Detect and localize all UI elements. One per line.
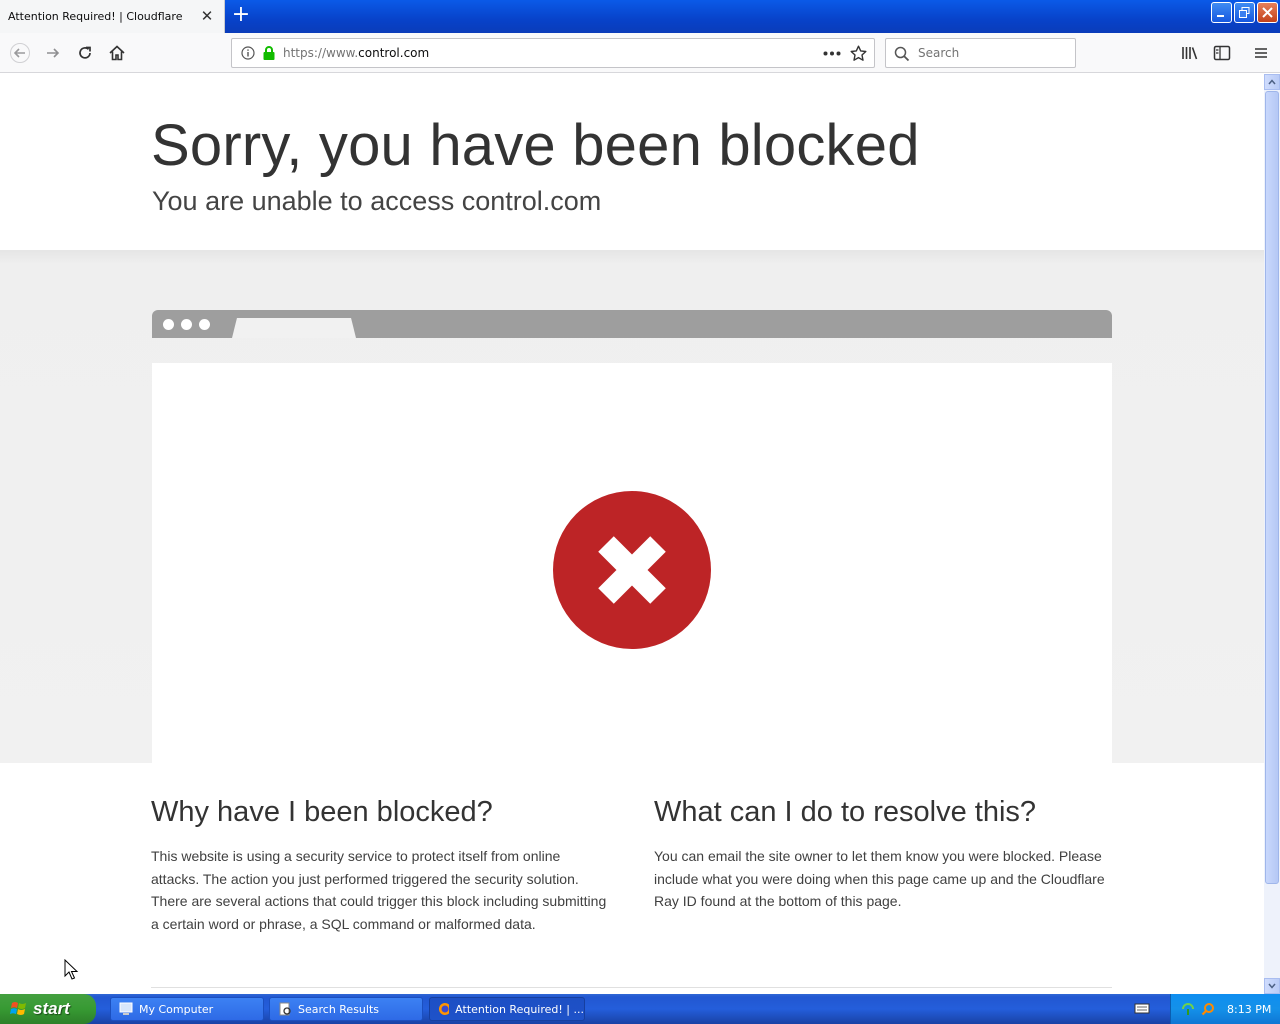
taskbar-item-label: Attention Required! | ...	[455, 1002, 584, 1016]
close-window-button[interactable]	[1257, 2, 1278, 23]
info-icon[interactable]	[241, 46, 255, 60]
blocked-x-icon	[553, 491, 711, 649]
why-blocked-text: This website is using a security service…	[151, 848, 607, 932]
start-label: start	[33, 999, 70, 1018]
lock-icon[interactable]	[262, 45, 276, 61]
bookmark-star-icon[interactable]	[850, 45, 867, 62]
mouse-cursor-icon	[64, 959, 79, 980]
window-controls	[1211, 2, 1278, 23]
illustration-dot	[181, 319, 192, 330]
url-text[interactable]: https://www.control.com	[283, 46, 429, 60]
library-button[interactable]	[1180, 43, 1200, 63]
scroll-down-arrow-icon	[1268, 983, 1276, 989]
close-icon	[1262, 7, 1273, 18]
tab-title: Attention Required! | Cloudflare	[8, 10, 183, 23]
resolve-heading: What can I do to resolve this?	[654, 796, 1037, 828]
sidebar-button[interactable]	[1212, 43, 1232, 63]
why-blocked-heading: Why have I been blocked?	[151, 796, 493, 828]
illustration-window	[152, 363, 1112, 763]
page-subheadline: You are unable to access control.com	[152, 186, 602, 216]
page-actions-icon[interactable]	[823, 51, 841, 56]
scroll-down-button[interactable]	[1264, 978, 1280, 994]
network-shield-icon[interactable]	[1181, 1002, 1195, 1016]
reload-icon	[79, 46, 91, 59]
home-icon	[109, 45, 125, 61]
scroll-thumb[interactable]	[1265, 91, 1279, 884]
search-results-icon	[279, 1002, 291, 1016]
system-tray: 8:13 PM	[1170, 994, 1280, 1024]
taskbar-clock: 8:13 PM	[1227, 1002, 1272, 1016]
vertical-scrollbar[interactable]	[1264, 74, 1280, 994]
page-content: Sorry, you have been blocked You are una…	[0, 74, 1264, 994]
page-headline: Sorry, you have been blocked	[151, 113, 920, 178]
start-button[interactable]: start	[0, 994, 96, 1024]
forward-button[interactable]	[43, 43, 63, 63]
restore-icon	[1239, 7, 1250, 18]
tab-active[interactable]: Attention Required! | Cloudflare ✕	[0, 0, 225, 33]
forward-arrow-icon	[47, 48, 60, 58]
resolve-section: What can I do to resolve this? You can e…	[654, 796, 1114, 913]
menu-button[interactable]	[1251, 43, 1271, 63]
windows-logo-icon	[10, 1002, 26, 1015]
search-tray-icon[interactable]	[1201, 1002, 1215, 1016]
taskbar-item-search-results[interactable]: Search Results	[269, 997, 423, 1021]
illustration-dot	[163, 319, 174, 330]
scroll-up-button[interactable]	[1264, 74, 1280, 90]
taskbar: start My Computer Search Results Attenti…	[0, 994, 1280, 1024]
address-bar[interactable]: https://www.control.com	[231, 38, 875, 68]
close-tab-icon[interactable]: ✕	[199, 7, 215, 25]
why-blocked-section: Why have I been blocked? This website is…	[151, 796, 611, 935]
home-button[interactable]	[107, 43, 127, 63]
navigation-toolbar: https://www.control.com Search	[0, 33, 1280, 73]
taskbar-item-firefox[interactable]: Attention Required! | ...	[429, 997, 585, 1021]
taskbar-item-label: My Computer	[139, 1002, 214, 1016]
tab-strip: Attention Required! | Cloudflare ✕ +	[0, 0, 1280, 33]
search-placeholder: Search	[918, 46, 960, 60]
hamburger-menu-icon	[1255, 48, 1267, 58]
back-button[interactable]	[10, 43, 30, 63]
minimize-button[interactable]	[1211, 2, 1232, 23]
new-tab-icon[interactable]: +	[230, 4, 252, 27]
illustration-tab	[232, 318, 356, 338]
taskbar-item-label: Search Results	[298, 1002, 380, 1016]
illustration-browser-bar	[152, 310, 1112, 338]
scroll-up-arrow-icon	[1268, 79, 1276, 85]
firefox-icon	[439, 1003, 450, 1015]
taskbar-item-my-computer[interactable]: My Computer	[110, 997, 264, 1021]
illustration-dot	[199, 319, 210, 330]
reload-button[interactable]	[75, 43, 95, 63]
back-arrow-icon	[10, 43, 30, 63]
footer-divider	[151, 987, 1112, 988]
sidebar-icon	[1213, 45, 1231, 61]
resolve-text: You can email the site owner to let them…	[654, 848, 1105, 910]
minimize-icon	[1217, 15, 1224, 17]
restore-button[interactable]	[1234, 2, 1255, 23]
keyboard-icon[interactable]	[1134, 1002, 1150, 1014]
search-box[interactable]: Search	[885, 38, 1076, 68]
computer-icon	[119, 1002, 133, 1015]
search-icon	[894, 46, 910, 62]
library-icon	[1182, 47, 1198, 60]
